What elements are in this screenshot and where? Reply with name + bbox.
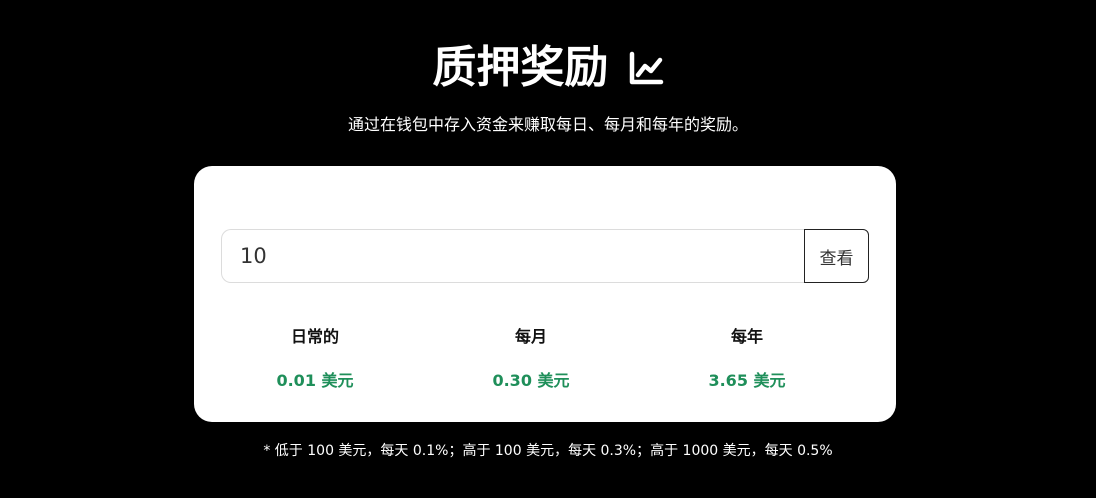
page-title-text: 质押奖励 — [432, 42, 609, 93]
reward-yearly-value: 3.65 美元 — [708, 371, 786, 390]
rewards-calculator-card: 查看 日常的 0.01 美元 每月 0.30 美元 每年 3.65 美元 — [194, 166, 896, 422]
amount-input[interactable] — [221, 229, 804, 283]
page-subtitle: 通过在钱包中存入资金来赚取每日、每月和每年的奖励。 — [347, 115, 748, 134]
staking-rewards-page: 质押奖励 通过在钱包中存入资金来赚取每日、每月和每年的奖励。 查看 日常的 0.… — [0, 0, 1096, 498]
reward-monthly-label: 每月 — [514, 327, 547, 346]
view-button[interactable]: 查看 — [804, 229, 869, 283]
page-title: 质押奖励 — [0, 38, 1096, 96]
rewards-summary: 日常的 0.01 美元 每月 0.30 美元 每年 3.65 美元 — [194, 326, 896, 396]
reward-monthly-value: 0.30 美元 — [492, 371, 570, 390]
reward-daily-value: 0.01 美元 — [276, 371, 354, 390]
reward-daily: 日常的 0.01 美元 — [207, 326, 423, 392]
chart-line-icon — [629, 51, 663, 85]
amount-input-group: 查看 — [221, 229, 869, 283]
reward-monthly: 每月 0.30 美元 — [423, 326, 639, 392]
reward-yearly-label: 每年 — [730, 327, 763, 346]
rate-footnote: * 低于 100 美元，每天 0.1%；高于 100 美元，每天 0.3%；高于… — [263, 443, 833, 459]
reward-daily-label: 日常的 — [290, 327, 339, 346]
reward-yearly: 每年 3.65 美元 — [639, 326, 855, 392]
